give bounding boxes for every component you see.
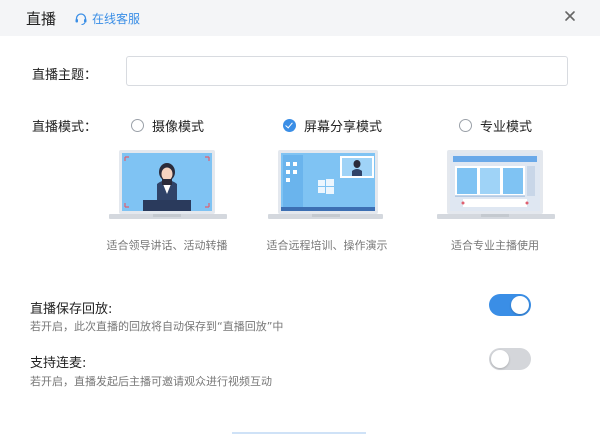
- replay-setting-title: 直播保存回放:: [30, 302, 113, 317]
- camera-mode-caption: 适合领导讲话、活动转播: [106, 239, 228, 252]
- radio-screen-share-label: 屏幕分享模式: [304, 120, 383, 135]
- screen-share-illustration: [268, 150, 383, 219]
- screen-share-caption: 适合远程培训、操作演示: [266, 239, 388, 252]
- radio-circle: [459, 119, 472, 132]
- radio-camera-label: 摄像模式: [152, 120, 205, 135]
- toggle-knob: [511, 296, 529, 314]
- co-host-toggle[interactable]: [489, 348, 531, 370]
- support-label: 在线客服: [92, 12, 141, 26]
- radio-professional-label: 专业模式: [480, 120, 533, 135]
- professional-mode-illustration: [437, 150, 555, 219]
- co-host-setting-title: 支持连麦:: [30, 356, 87, 371]
- radio-circle-checked: [283, 119, 296, 132]
- radio-professional-mode[interactable]: 专业模式: [459, 116, 532, 135]
- mode-label: 直播模式：: [32, 120, 98, 135]
- online-support-link[interactable]: 在线客服: [74, 10, 140, 27]
- close-icon[interactable]: [562, 8, 578, 24]
- headset-icon: [75, 12, 87, 25]
- dialog-title: 直播: [26, 10, 57, 28]
- toggle-knob: [491, 350, 509, 368]
- camera-mode-illustration: [109, 150, 227, 219]
- dialog-header: 直播 在线客服: [0, 0, 600, 36]
- radio-camera-mode[interactable]: 摄像模式: [131, 116, 204, 135]
- professional-mode-caption: 适合专业主播使用: [451, 239, 539, 252]
- radio-circle: [131, 119, 144, 132]
- co-host-setting-desc: 若开启，直播发起后主播可邀请观众进行视频互动: [30, 375, 272, 388]
- topic-input[interactable]: [126, 56, 568, 86]
- topic-label: 直播主题：: [32, 68, 98, 83]
- bottom-divider: [232, 432, 366, 434]
- replay-setting-desc: 若开启，此次直播的回放将自动保存到“直播回放”中: [30, 320, 284, 333]
- replay-toggle[interactable]: [489, 294, 531, 316]
- radio-screen-share-mode[interactable]: 屏幕分享模式: [283, 116, 382, 135]
